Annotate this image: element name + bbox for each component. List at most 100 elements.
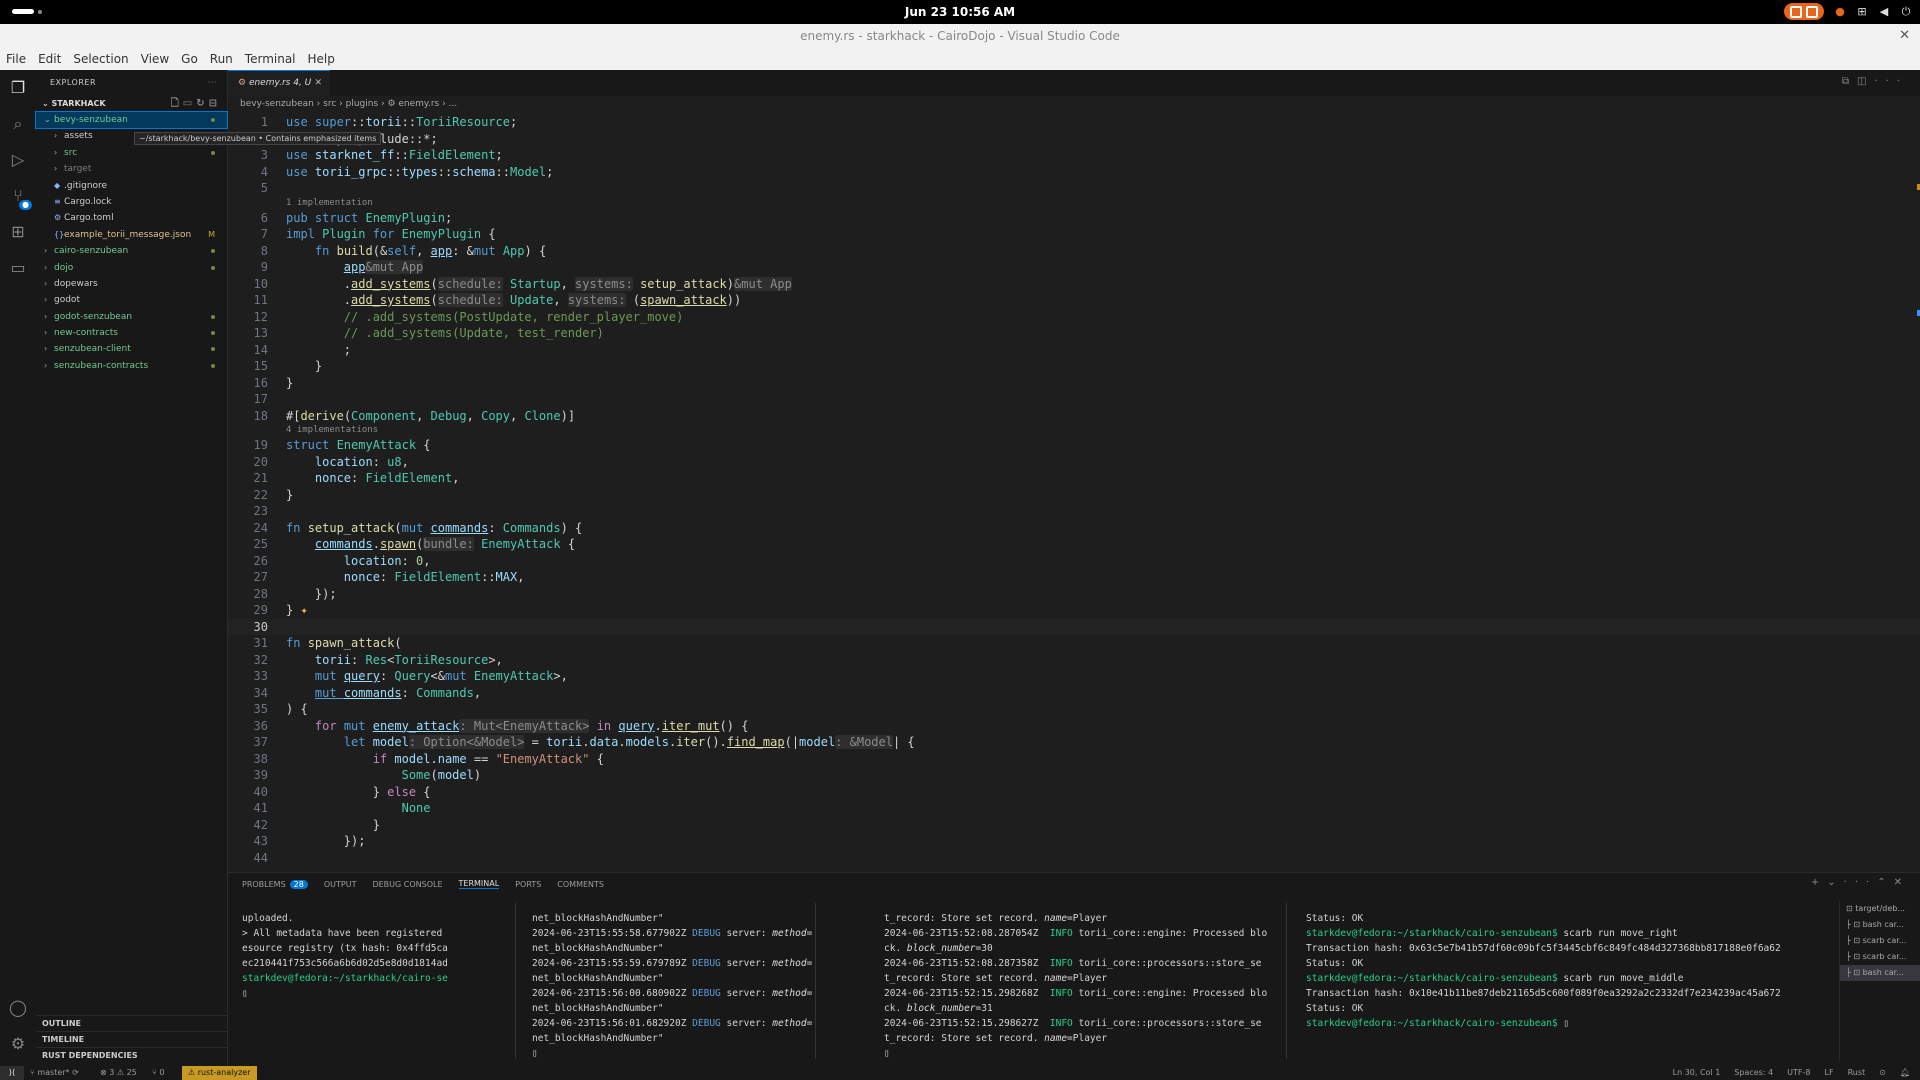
line-number[interactable]: 29: [228, 602, 286, 619]
terminal-list-item[interactable]: ├ ⊡ bash car...: [1840, 965, 1920, 981]
line-number[interactable]: 18: [228, 408, 286, 425]
line-number[interactable]: 33: [228, 668, 286, 685]
window-close-icon[interactable]: ✕: [1899, 24, 1910, 48]
microphone-icon[interactable]: ●: [1834, 5, 1846, 18]
line-number[interactable]: 21: [228, 470, 286, 487]
power-icon[interactable]: ⏻: [1900, 5, 1912, 18]
line-number[interactable]: 44: [228, 850, 286, 867]
notifications-bell-icon[interactable]: 🔔︎: [1900, 1066, 1910, 1080]
tab-terminal[interactable]: TERMINAL: [458, 879, 500, 889]
maximize-panel-icon[interactable]: ⌃: [1877, 877, 1893, 888]
system-clock[interactable]: Jun 23 10:56 AM: [0, 5, 1920, 19]
tree-item[interactable]: › new-contracts: [36, 325, 227, 341]
terminal-pane-2[interactable]: net_blockHashAndNumber" 2024-06-23T15:55:…: [532, 911, 812, 1061]
workspace-header[interactable]: ⌄ STARKHACK 🗋▭↻⊟: [36, 96, 227, 112]
tree-item[interactable]: › senzubean-client: [36, 341, 227, 357]
remote-indicator-icon[interactable]: ⟩⟨: [0, 1066, 24, 1080]
rust-dependencies-section[interactable]: RUST DEPENDENCIES: [36, 1047, 227, 1063]
line-number[interactable]: 32: [228, 652, 286, 669]
cursor-position[interactable]: Ln 30, Col 1: [1673, 1066, 1721, 1080]
terminal-split-divider[interactable]: [515, 903, 516, 1059]
line-number[interactable]: 16: [228, 375, 286, 392]
indentation[interactable]: Spaces: 4: [1734, 1066, 1773, 1080]
terminal-split-divider[interactable]: [1286, 903, 1287, 1059]
rust-analyzer-status[interactable]: ⚠ rust-analyzer: [182, 1066, 257, 1080]
breadcrumb[interactable]: bevy-senzubean › src › plugins › ⚙ enemy…: [228, 96, 1920, 112]
tree-item[interactable]: › dopewars: [36, 276, 227, 292]
explorer-icon[interactable]: ❐: [8, 78, 28, 98]
line-number[interactable]: 25: [228, 536, 286, 553]
line-number[interactable]: 27: [228, 569, 286, 586]
more-icon[interactable]: ···: [1844, 877, 1878, 888]
tree-item[interactable]: › src: [36, 145, 227, 161]
line-number[interactable]: 19: [228, 437, 286, 454]
line-number[interactable]: 24: [228, 520, 286, 537]
extensions-icon[interactable]: ⊞: [8, 222, 28, 242]
line-number[interactable]: 41: [228, 800, 286, 817]
line-number[interactable]: 13: [228, 325, 286, 342]
more-actions-icon[interactable]: ···: [208, 70, 217, 96]
new-file-icon[interactable]: 🗋: [171, 98, 183, 109]
line-number[interactable]: 9: [228, 259, 286, 276]
line-number[interactable]: 39: [228, 767, 286, 784]
tab-ports[interactable]: PORTS: [515, 880, 541, 889]
git-branch[interactable]: ⑂ master* ⟳: [30, 1066, 79, 1080]
menu-file[interactable]: File: [0, 52, 32, 66]
terminal-list-item[interactable]: ├ ⊡ scarb car...: [1840, 933, 1920, 949]
line-number[interactable]: 3: [228, 147, 286, 164]
line-number[interactable]: 42: [228, 817, 286, 834]
line-number[interactable]: 20: [228, 454, 286, 471]
line-number[interactable]: 23: [228, 503, 286, 520]
terminal-dropdown-icon[interactable]: ⌄: [1827, 877, 1843, 888]
line-number[interactable]: 10: [228, 276, 286, 293]
tab-problems[interactable]: PROBLEMS 28: [242, 879, 308, 889]
line-number[interactable]: 12: [228, 309, 286, 326]
terminal-pane-3[interactable]: t_record: Store set record. name=Player 2…: [884, 911, 1282, 1061]
tree-item[interactable]: › target: [36, 161, 227, 177]
tree-item[interactable]: › godot-senzubean: [36, 309, 227, 325]
ports-status[interactable]: ⑂ 0: [152, 1066, 164, 1080]
line-number[interactable]: 35: [228, 701, 286, 718]
line-number[interactable]: 26: [228, 553, 286, 570]
line-number[interactable]: 43: [228, 833, 286, 850]
menu-run[interactable]: Run: [204, 52, 239, 66]
line-number[interactable]: 1: [228, 114, 286, 131]
menu-help[interactable]: Help: [302, 52, 341, 66]
account-icon[interactable]: ◯: [8, 998, 28, 1018]
line-number[interactable]: 6: [228, 210, 286, 227]
tree-item[interactable]: › senzubean-contracts: [36, 358, 227, 374]
line-number[interactable]: 7: [228, 226, 286, 243]
tab-comments[interactable]: COMMENTS: [557, 880, 604, 889]
more-icon[interactable]: ···: [1874, 76, 1908, 87]
search-icon[interactable]: ⌕: [8, 114, 28, 134]
terminal-list-item[interactable]: ├ ⊡ bash car...: [1840, 917, 1920, 933]
code-lens[interactable]: 4 implementations: [286, 424, 378, 436]
collapse-all-icon[interactable]: ⊟: [209, 98, 221, 109]
tab-debug-console[interactable]: DEBUG CONSOLE: [372, 880, 442, 889]
terminal-pane-4[interactable]: Status: OK starkdev@fedora:~/starkhack/ca…: [1306, 911, 1826, 1061]
new-folder-icon[interactable]: ▭: [183, 98, 196, 109]
menu-go[interactable]: Go: [175, 52, 204, 66]
tab-output[interactable]: OUTPUT: [324, 880, 357, 889]
code-lens[interactable]: 1 implementation: [286, 197, 373, 209]
menu-selection[interactable]: Selection: [67, 52, 134, 66]
line-number[interactable]: 36: [228, 718, 286, 735]
encoding[interactable]: UTF-8: [1787, 1066, 1810, 1080]
line-number[interactable]: 31: [228, 635, 286, 652]
line-number[interactable]: 28: [228, 586, 286, 603]
refresh-icon[interactable]: ↻: [196, 98, 208, 109]
code-editor[interactable]: 1use super::torii::ToriiResource;2use be…: [228, 112, 1920, 872]
menu-view[interactable]: View: [135, 52, 175, 66]
settings-gear-icon[interactable]: ⚙: [8, 1034, 28, 1054]
line-number[interactable]: 34: [228, 685, 286, 702]
timeline-section[interactable]: TIMELINE: [36, 1031, 227, 1047]
tree-item[interactable]: › godot: [36, 292, 227, 308]
volume-icon[interactable]: ◀: [1878, 5, 1890, 18]
screen-recording-indicator[interactable]: [1784, 3, 1824, 20]
tree-item[interactable]: ⌄ bevy-senzubean: [35, 110, 228, 130]
new-terminal-icon[interactable]: +: [1811, 877, 1827, 888]
copilot-icon[interactable]: ⊙: [1879, 1066, 1886, 1080]
line-number[interactable]: 5: [228, 180, 286, 197]
line-number[interactable]: 30: [228, 619, 286, 636]
tree-item[interactable]: ⚙ Cargo.toml: [36, 210, 227, 226]
